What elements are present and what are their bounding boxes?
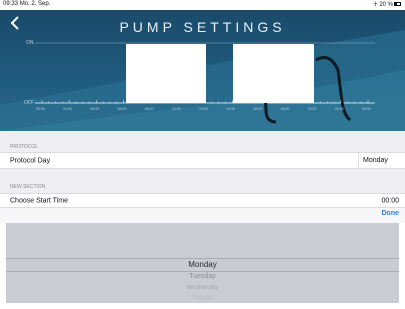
x-tick-label: 10:00 [171, 107, 181, 111]
x-tick-label: 02:00 [63, 107, 72, 111]
picker-toolbar: Done [0, 207, 405, 223]
pump-chart-header: PUMP SETTINGS ON OFF 00:00 02:00 04:00 06:0… [0, 10, 405, 131]
protocol-day-label: Protocol Day [10, 157, 51, 164]
x-tick-label: 12:00 [199, 107, 208, 111]
x-tick-label: 18:00 [280, 107, 290, 111]
x-tick-label: 20:00 [307, 107, 317, 111]
picker-option[interactable]: Wednesday [6, 285, 399, 291]
battery-text: ☥ 20 % [373, 2, 393, 8]
x-tick-label: 16:00 [253, 107, 263, 111]
picker-option[interactable]: Tuesday [6, 273, 399, 280]
start-time-row[interactable]: Choose Start Time 00:00 [0, 193, 405, 208]
start-time-value[interactable]: 00:00 [381, 198, 399, 205]
status-bar: 09:33 Mo. 2. Sep. ☥ 20 % [0, 0, 405, 10]
x-tick-label: 08:00 [144, 107, 154, 111]
done-button[interactable]: Done [382, 210, 400, 217]
x-tick-label: 06:00 [117, 107, 127, 111]
schedule-block[interactable] [126, 44, 206, 103]
status-right: ☥ 20 % [373, 1, 401, 8]
x-tick-label: 14:00 [226, 107, 235, 111]
section-header-new: NEW SECTION [0, 169, 405, 194]
picker-option-selected[interactable]: Monday [6, 260, 399, 269]
picker-option[interactable]: Thursday [6, 295, 399, 301]
page-title: PUMP SETTINGS [119, 19, 286, 35]
page-bottom [0, 303, 405, 309]
protocol-day-value[interactable]: Monday [358, 153, 405, 168]
picker-selection-top [6, 258, 399, 259]
schedule-block[interactable] [233, 44, 314, 103]
day-picker[interactable]: Monday Tuesday Wednesday Thursday [6, 223, 399, 303]
y-label-off: OFF [24, 100, 34, 106]
y-label-on: ON [26, 40, 34, 46]
picker-selection-bottom [6, 271, 399, 272]
protocol-day-row[interactable]: Protocol Day Monday [0, 152, 405, 169]
battery-icon [394, 2, 401, 7]
x-tick-label: 22:00 [334, 107, 344, 111]
x-tick-label: 04:00 [90, 107, 100, 111]
start-time-label: Choose Start Time [10, 197, 68, 205]
section-header-protocol: PROTOCOL [0, 131, 405, 153]
x-tick-label: 00:00 [36, 107, 45, 111]
status-time: 09:33 Mo. 2. Sep. [3, 1, 51, 7]
x-tick-label: 00:00 [362, 107, 371, 111]
